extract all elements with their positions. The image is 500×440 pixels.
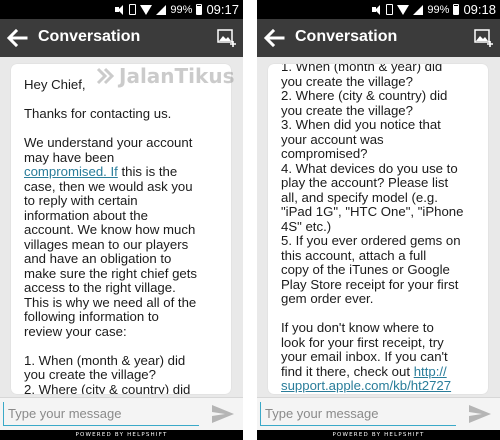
message-line: 1. When (month & year) did xyxy=(24,352,186,368)
message-line: 1. When (month & year) did xyxy=(281,64,443,74)
battery-percent: 99% xyxy=(170,3,193,16)
compromised-link[interactable]: compromised. If xyxy=(24,164,118,179)
message-text: Hey Chief, Thanks for contacting us. We … xyxy=(24,77,224,394)
message-line: review your case: xyxy=(24,323,127,339)
phone-screen-left: 99% 09:17 Conversation Hey Chief, Thanks… xyxy=(0,0,243,440)
message-input[interactable] xyxy=(3,402,199,426)
wifi-icon xyxy=(140,4,153,15)
support-link-continued[interactable]: support.apple.com/kb/ht2727 xyxy=(281,378,451,393)
message-line: Thanks for contacting us. xyxy=(24,106,172,121)
phone-screen-right: 99% 09:18 Conversation 1. When (month & … xyxy=(257,0,500,440)
message-line: copy of the iTunes or Google xyxy=(281,262,450,277)
message-line: make sure the right chief gets xyxy=(24,265,197,281)
page-title: Conversation xyxy=(295,28,398,45)
message-line: your email inbox. If you can't xyxy=(281,349,448,364)
back-arrow-icon[interactable] xyxy=(261,25,287,51)
wifi-icon xyxy=(397,4,410,15)
message-line: you create the village? xyxy=(281,102,413,118)
message-line: If you don't know where to xyxy=(281,320,434,335)
send-icon[interactable] xyxy=(211,403,235,425)
battery-icon xyxy=(196,4,203,15)
message-line: Play Store receipt for your first xyxy=(281,276,459,292)
battery-icon xyxy=(453,4,460,15)
message-line: 5. If you ever ordered gems on xyxy=(281,233,461,248)
message-line: 4. What devices do you use to xyxy=(281,160,458,176)
message-bubble: Hey Chief, Thanks for contacting us. We … xyxy=(11,64,231,394)
message-line: and have an obligation to xyxy=(24,251,172,266)
attach-image-icon[interactable] xyxy=(474,28,494,48)
message-line: following information to xyxy=(24,309,159,324)
clock: 09:17 xyxy=(206,2,239,17)
message-line: support.apple.com/kb/ht2727 xyxy=(281,378,481,394)
app-bar: Conversation xyxy=(0,19,243,57)
message-line: 3. When did you notice that xyxy=(281,117,441,132)
message-line: account. We know how much xyxy=(24,222,196,237)
back-arrow-icon[interactable] xyxy=(4,25,30,51)
send-icon[interactable] xyxy=(468,403,492,425)
message-line: villages mean to our players xyxy=(24,236,189,252)
battery-percent: 99% xyxy=(427,3,450,16)
mute-icon xyxy=(114,4,125,15)
support-link[interactable]: http:// xyxy=(414,364,447,379)
message-line: to reply with certain xyxy=(24,193,138,208)
message-line: 2. Where (city & country) did xyxy=(24,381,191,394)
message-line: look for your first receipt, try xyxy=(281,334,444,350)
message-line-text: this is the xyxy=(121,164,178,179)
message-line: This is why we need all of the xyxy=(24,294,197,310)
message-line: find it there, check out http:// xyxy=(281,363,481,380)
message-line: compromised. If this is the xyxy=(24,164,224,180)
message-line: gem order ever. xyxy=(281,291,374,306)
message-line: may have been xyxy=(24,149,115,165)
message-composer xyxy=(0,397,243,430)
message-text: 1. When (month & year) did you create th… xyxy=(281,64,481,394)
vibrate-icon xyxy=(129,4,137,15)
signal-icon xyxy=(156,4,167,15)
status-bar: 99% 09:17 xyxy=(0,0,243,19)
message-line-text: find it there, check out xyxy=(281,363,411,379)
mute-icon xyxy=(371,4,382,15)
message-bubble: 1. When (month & year) did you create th… xyxy=(268,64,488,394)
message-line: "iPad 1G", "HTC One", "iPhone xyxy=(281,204,464,219)
attach-image-icon[interactable] xyxy=(217,28,237,48)
message-line: play the account? Please list xyxy=(281,175,449,190)
signal-icon xyxy=(413,4,424,15)
message-composer xyxy=(257,397,500,430)
page-title: Conversation xyxy=(38,28,141,45)
message-line: 2. Where (city & country) did xyxy=(281,88,448,103)
message-line: 4S" etc.) xyxy=(281,218,332,234)
powered-by-footer: POWERED BY HELPSHIFT xyxy=(257,430,500,440)
status-bar: 99% 09:18 xyxy=(257,0,500,19)
message-line: access to the right village. xyxy=(24,280,176,295)
message-input[interactable] xyxy=(260,402,456,426)
vibrate-icon xyxy=(386,4,394,15)
message-line: information about the xyxy=(24,207,148,223)
message-line: you create the village? xyxy=(24,367,156,382)
message-line: you create the village? xyxy=(281,73,413,89)
message-line: We understand your account xyxy=(24,135,193,150)
message-line: all, and specify model (e.g. xyxy=(281,189,438,205)
app-bar: Conversation xyxy=(257,19,500,57)
message-line: case, then we would ask you xyxy=(24,178,193,194)
message-line: this account, attach a full xyxy=(281,247,427,263)
message-line: your account was xyxy=(281,131,384,147)
powered-by-footer: POWERED BY HELPSHIFT xyxy=(0,430,243,440)
clock: 09:18 xyxy=(463,2,496,17)
message-line: Hey Chief, xyxy=(24,77,86,92)
message-line: compromised? xyxy=(281,146,368,161)
